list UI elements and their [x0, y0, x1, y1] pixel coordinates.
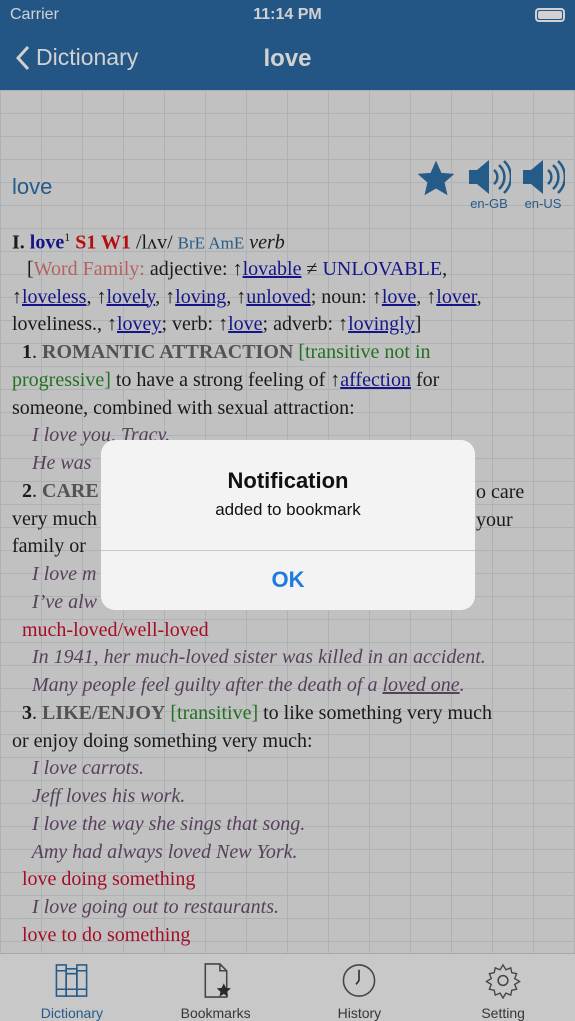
dialog-title: Notification: [227, 468, 349, 493]
dialog-message: added to bookmark: [215, 500, 361, 519]
notification-dialog: Notification added to bookmark OK: [101, 440, 475, 610]
ok-button[interactable]: OK: [101, 550, 475, 610]
